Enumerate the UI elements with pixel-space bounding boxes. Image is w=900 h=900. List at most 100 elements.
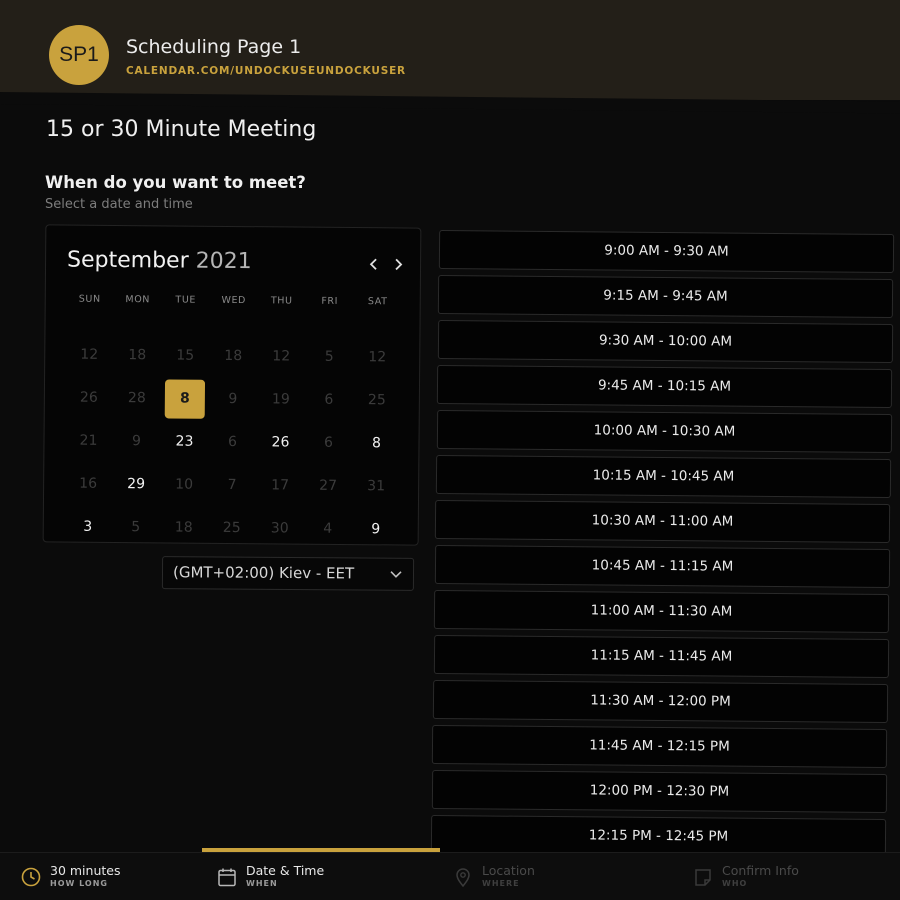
calendar-day: 6 xyxy=(208,422,256,465)
time-slot-button[interactable]: 11:15 AM - 11:45 AM xyxy=(433,635,889,678)
calendar-day-number: 5 xyxy=(324,348,334,365)
timezone-value: (GMT+02:00) Kiev - EET xyxy=(172,563,355,583)
weekday-label: TUE xyxy=(175,294,197,306)
calendar-day: 6 xyxy=(305,380,353,423)
chevron-down-icon xyxy=(389,559,403,602)
calendar-month: September xyxy=(66,247,189,274)
calendar-day-number: 18 xyxy=(128,347,147,364)
calendar-day-number: 21 xyxy=(79,432,98,449)
calendar-day[interactable]: 8 xyxy=(352,423,400,466)
time-slot-button[interactable]: 10:00 AM - 10:30 AM xyxy=(436,410,892,453)
calendar-day: 12 xyxy=(65,335,113,378)
meeting-question: When do you want to meet? xyxy=(45,173,306,192)
calendar-day: 9 xyxy=(209,379,257,422)
clock-icon xyxy=(20,866,42,888)
time-slot-button[interactable]: 12:00 PM - 12:30 PM xyxy=(431,770,887,813)
calendar-day-number: 16 xyxy=(79,475,98,492)
time-slot-button[interactable]: 9:30 AM - 10:00 AM xyxy=(437,320,893,363)
calendar-day[interactable]: 9 xyxy=(352,509,400,552)
calendar-day: 19 xyxy=(257,379,305,422)
calendar-day: 4 xyxy=(304,509,352,552)
calendar-day[interactable]: 29 xyxy=(112,464,160,507)
calendar-day: 9 xyxy=(112,421,160,464)
note-icon xyxy=(692,866,714,888)
calendar-day-number: 25 xyxy=(367,392,386,409)
weekday-label: SAT xyxy=(367,296,388,308)
step-sublabel: HOW LONG xyxy=(50,879,108,888)
meeting-instructions: Select a date and time xyxy=(45,197,193,212)
calendar-day: 17 xyxy=(256,465,304,508)
calendar-day: 12 xyxy=(353,337,401,380)
calendar-day-number: 26 xyxy=(79,389,98,406)
calendar-day[interactable]: 23 xyxy=(160,421,208,464)
calendar-day-selected[interactable]: 8 xyxy=(161,378,209,421)
prev-month-button[interactable] xyxy=(368,256,380,276)
calendar-day-number: 7 xyxy=(227,476,237,494)
time-slot-button[interactable]: 9:15 AM - 9:45 AM xyxy=(438,275,894,318)
calendar-day: 10 xyxy=(160,464,208,507)
calendar-icon xyxy=(216,866,238,888)
calendar-day-number: 6 xyxy=(323,434,334,451)
step-label: Location xyxy=(482,863,535,878)
step-text: 30 minutes HOW LONG xyxy=(50,864,120,890)
calendar-year: 2021 xyxy=(195,248,252,275)
calendar-day-number: 28 xyxy=(127,390,146,407)
next-month-button[interactable] xyxy=(392,256,404,276)
step-label: Confirm Info xyxy=(722,863,799,878)
logo-avatar: SP1 xyxy=(49,25,109,85)
calendar-day: 27 xyxy=(304,466,352,509)
page-url[interactable]: CALENDAR.COM/UNDOCKUSEUNDOCKUSER xyxy=(126,65,406,77)
timezone-select[interactable]: (GMT+02:00) Kiev - EET xyxy=(161,556,415,591)
step-sublabel: WHEN xyxy=(246,879,278,888)
time-slot-button[interactable]: 9:45 AM - 10:15 AM xyxy=(437,365,893,408)
calendar-day-number: 19 xyxy=(271,391,290,408)
weekday-label: FRI xyxy=(321,295,339,307)
calendar-day-number: 25 xyxy=(222,519,241,537)
calendar-month-label: September 2021 xyxy=(67,248,252,275)
calendar-day-number: 18 xyxy=(224,347,243,365)
calendar-day: 7 xyxy=(208,465,256,508)
event-title: 15 or 30 Minute Meeting xyxy=(46,117,317,142)
calendar-day: 28 xyxy=(113,378,161,421)
header: SP1 Scheduling Page 1 CALENDAR.COM/UNDOC… xyxy=(0,0,900,114)
step-location[interactable]: Location WHERE xyxy=(452,853,535,900)
time-slot-button[interactable]: 10:30 AM - 11:00 AM xyxy=(435,500,891,543)
time-slot-button[interactable]: 10:15 AM - 10:45 AM xyxy=(435,455,892,498)
step-confirm-info[interactable]: Confirm Info WHO xyxy=(692,853,799,900)
weekday-label: MON xyxy=(125,294,151,306)
step-sublabel: WHO xyxy=(722,879,748,888)
calendar-day-number: 9 xyxy=(228,390,238,408)
calendar-day-number: 17 xyxy=(271,477,290,494)
calendar-day: 21 xyxy=(64,421,112,464)
calendar-day-number: 6 xyxy=(324,391,334,408)
calendar-day-number: 9 xyxy=(131,433,142,450)
step-date-time[interactable]: Date & Time WHEN xyxy=(216,853,324,900)
calendar-day: 12 xyxy=(257,336,305,379)
time-slot-button[interactable]: 11:00 AM - 11:30 AM xyxy=(434,590,890,633)
time-slot-button[interactable]: 10:45 AM - 11:15 AM xyxy=(434,545,890,588)
time-slot-button[interactable]: 11:30 AM - 12:00 PM xyxy=(432,680,889,723)
calendar-day: 5 xyxy=(112,507,160,550)
time-slot-button[interactable]: 9:00 AM - 9:30 AM xyxy=(438,230,895,273)
calendar-day-number: 8 xyxy=(371,435,382,452)
weekday-label: WED xyxy=(221,294,247,307)
calendar-day-number: 3 xyxy=(83,518,93,535)
calendar-day: 31 xyxy=(352,466,400,509)
calendar-day-number: 26 xyxy=(271,434,290,451)
calendar-day: 6 xyxy=(304,423,352,466)
calendar-day-number: 8 xyxy=(164,379,206,419)
calendar-day: 16 xyxy=(64,464,112,507)
step-text: Confirm Info WHO xyxy=(722,864,799,890)
time-slot-button[interactable]: 11:45 AM - 12:15 PM xyxy=(432,725,888,768)
calendar-grid: SUN MON TUE WED THU FRI SAT 12 18 15 18 12 5 12 26 28 8 9… xyxy=(64,292,402,553)
calendar-day-number: 4 xyxy=(323,520,333,537)
calendar-day[interactable]: 26 xyxy=(256,422,304,465)
calendar-day: 30 xyxy=(256,508,304,551)
calendar-day[interactable]: 3 xyxy=(64,507,112,550)
calendar-day-number: 31 xyxy=(367,478,386,495)
calendar-day-number: 12 xyxy=(368,349,387,366)
calendar-day-number: 5 xyxy=(131,519,141,536)
step-label: 30 minutes xyxy=(50,863,121,878)
calendar-day: 18 xyxy=(160,507,208,550)
step-duration[interactable]: 30 minutes HOW LONG xyxy=(20,853,120,900)
